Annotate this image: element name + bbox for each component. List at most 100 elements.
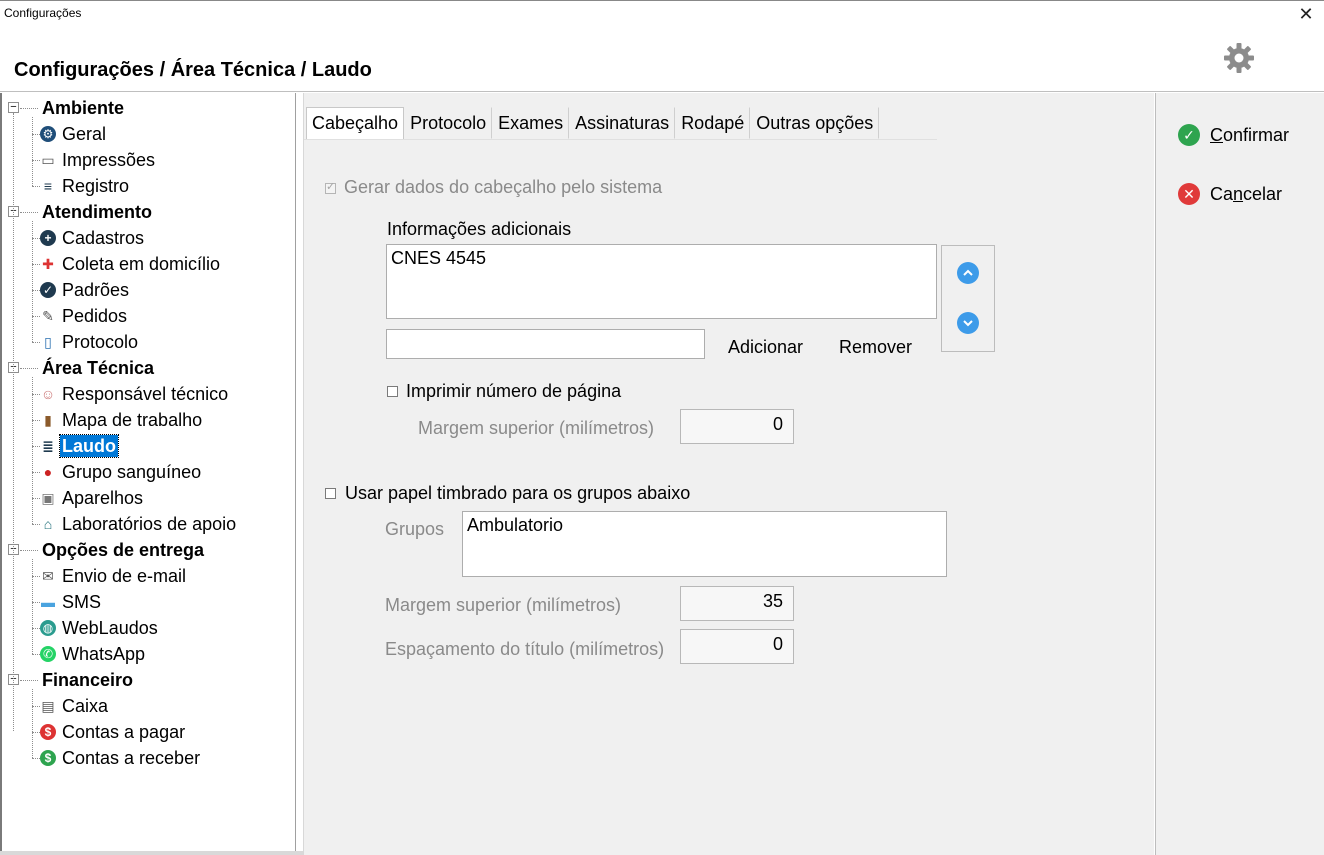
settings-tree[interactable]: − Ambiente ⚙ Geral ▭ Impressões ≡ Registro − Aten… xyxy=(0,93,296,855)
additional-info-list[interactable]: CNES 4545 xyxy=(386,244,937,319)
dollar-green-icon: $ xyxy=(40,750,56,766)
tree-category[interactable]: Ambiente xyxy=(40,95,126,121)
tree-connector xyxy=(20,368,38,369)
title-spacing-label: Espaçamento do título (milímetros) xyxy=(385,639,665,659)
sidebar-item[interactable]: ▯ Protocolo xyxy=(40,329,140,355)
sidebar-item-label: WhatsApp xyxy=(62,644,146,664)
cancel-button[interactable]: ✕ Cancelar xyxy=(1178,183,1282,205)
tree-connector xyxy=(32,706,40,707)
tree-category[interactable]: Opções de entrega xyxy=(40,537,206,563)
tree-category-label: Área Técnica xyxy=(42,358,155,378)
groups-list[interactable]: Ambulatorio xyxy=(462,511,947,577)
generate-header-checkbox[interactable] xyxy=(325,180,336,194)
new-item-input[interactable] xyxy=(386,329,705,359)
sidebar-item[interactable]: ● Grupo sanguíneo xyxy=(40,459,203,485)
sidebar-item[interactable]: ☺ Responsável técnico xyxy=(40,381,230,407)
blood-drop-icon: ● xyxy=(43,464,53,480)
tree-category[interactable]: Área Técnica xyxy=(40,355,156,381)
sidebar-item[interactable]: ▬ SMS xyxy=(40,589,103,615)
tab-3[interactable]: Assinaturas xyxy=(569,107,676,139)
confirm-label: Confirmar xyxy=(1210,124,1290,145)
tree-connector xyxy=(32,316,40,317)
letterhead-margin-input[interactable]: 35 xyxy=(680,586,794,621)
sidebar-item[interactable]: ▣ Aparelhos xyxy=(40,485,145,511)
confirm-button[interactable]: ✓ Confirmar xyxy=(1178,124,1289,146)
letterhead-checkbox[interactable] xyxy=(325,488,336,499)
tree-category[interactable]: Atendimento xyxy=(40,199,154,225)
letterhead-margin-label: Margem superior (milímetros) xyxy=(385,595,622,615)
sidebar-item-label: Responsável técnico xyxy=(62,384,229,404)
sidebar-item-label: Coleta em domicílio xyxy=(62,254,221,274)
tab-2[interactable]: Exames xyxy=(492,107,570,139)
tree-category-label: Atendimento xyxy=(42,202,152,222)
microscope-icon: ⌂ xyxy=(43,516,53,532)
tree-connector xyxy=(20,108,38,109)
whatsapp-icon: ✆ xyxy=(40,646,56,662)
sidebar-item[interactable]: ⚙ Geral xyxy=(40,121,108,147)
move-up-button[interactable] xyxy=(957,262,979,284)
sidebar-item[interactable]: + Cadastros xyxy=(40,225,146,251)
tab-1[interactable]: Protocolo xyxy=(404,107,493,139)
close-button[interactable]: ✕ xyxy=(1294,3,1318,27)
tree-connector xyxy=(32,559,33,654)
chevron-up-icon xyxy=(963,269,973,276)
check-circle-icon: ✓ xyxy=(1178,124,1200,146)
sidebar-item-label: WebLaudos xyxy=(62,618,158,638)
page-title: Configurações / Área Técnica / Laudo xyxy=(14,59,372,81)
sidebar-item[interactable]: ✆ WhatsApp xyxy=(40,641,147,667)
reorder-panel xyxy=(941,245,995,352)
settings-window: Configurações ✕ Configurações / Área Téc… xyxy=(0,0,1324,855)
tab-bar: Cabeçalho Protocolo Exames Assinaturas Rodap… xyxy=(306,107,880,139)
tab-5[interactable]: Outras opções xyxy=(750,107,880,139)
sidebar-item[interactable]: ✚ Coleta em domicílio xyxy=(40,251,222,277)
sidebar-item[interactable]: $ Contas a pagar xyxy=(40,719,187,745)
sidebar-item-label: Envio de e-mail xyxy=(62,566,187,586)
sms-icon: ▬ xyxy=(41,594,55,610)
tab-underline xyxy=(304,139,937,140)
tree-category[interactable]: Financeiro xyxy=(40,667,135,693)
cancel-label: Cancelar xyxy=(1210,183,1283,204)
dollar-red-icon: $ xyxy=(40,724,56,740)
add-button[interactable]: Adicionar xyxy=(728,337,803,358)
tree-connector xyxy=(32,758,40,759)
tab-4[interactable]: Rodapé xyxy=(675,107,751,139)
sidebar-item-label: Geral xyxy=(62,124,107,144)
title-spacing-input[interactable]: 0 xyxy=(680,629,794,664)
sidebar-item[interactable]: ✉ Envio de e-mail xyxy=(40,563,188,589)
tree-connector xyxy=(32,576,40,577)
tree-connector xyxy=(20,212,38,213)
move-down-button[interactable] xyxy=(957,312,979,334)
sidebar-item[interactable]: ▤ Caixa xyxy=(40,693,110,719)
tab-0[interactable]: Cabeçalho xyxy=(306,107,405,139)
sidebar-item[interactable]: ≣ Laudo xyxy=(40,433,119,459)
print-page-number-checkbox[interactable] xyxy=(387,386,398,397)
ambulance-icon: ✚ xyxy=(42,255,54,272)
sidebar-item[interactable]: ✓ Padrões xyxy=(40,277,131,303)
tree-connector xyxy=(32,689,33,758)
list-item[interactable]: CNES 4545 xyxy=(391,248,932,269)
sidebar-item-label: Cadastros xyxy=(62,228,145,248)
sidebar-item-label: Impressões xyxy=(62,150,156,170)
sidebar-item[interactable]: ⌂ Laboratórios de apoio xyxy=(40,511,238,537)
window-title: Configurações xyxy=(4,6,82,20)
top-margin-input[interactable]: 0 xyxy=(680,409,794,444)
tree-expander[interactable]: − xyxy=(8,102,19,113)
list-item[interactable]: Ambulatorio xyxy=(467,515,942,536)
sidebar-item-label: Protocolo xyxy=(62,332,139,352)
sidebar-item-label: Grupo sanguíneo xyxy=(62,462,202,482)
globe-icon: ◍ xyxy=(40,620,56,636)
sidebar-item[interactable]: ≡ Registro xyxy=(40,173,131,199)
sidebar-item[interactable]: ✎ Pedidos xyxy=(40,303,129,329)
check-circle-icon: ✓ xyxy=(40,282,56,298)
remove-button[interactable]: Remover xyxy=(839,337,912,358)
sidebar-item-label: Registro xyxy=(62,176,130,196)
sidebar-item-label: Mapa de trabalho xyxy=(62,410,203,430)
tree-connector xyxy=(32,472,40,473)
sidebar-item[interactable]: ◍ WebLaudos xyxy=(40,615,160,641)
gear-icon[interactable] xyxy=(1222,41,1256,75)
sidebar-item[interactable]: ▮ Mapa de trabalho xyxy=(40,407,204,433)
tree-connector xyxy=(32,446,40,447)
sidebar-item[interactable]: $ Contas a receber xyxy=(40,745,202,771)
report-icon: ≣ xyxy=(42,437,54,454)
sidebar-item[interactable]: ▭ Impressões xyxy=(40,147,157,173)
